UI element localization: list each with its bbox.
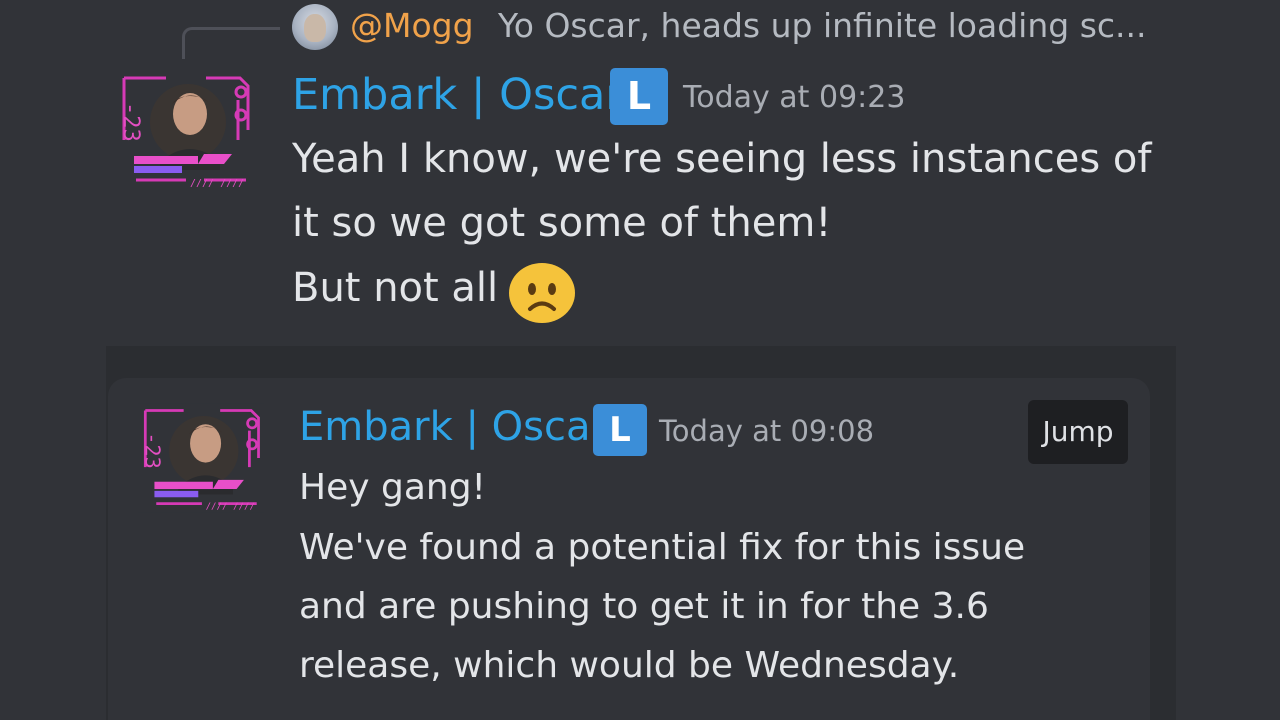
frowning-face-emoji[interactable] [508,262,576,324]
svg-text://// ////: //// //// [190,178,244,189]
jump-button[interactable]: Jump [1028,400,1128,464]
message-author[interactable]: Embark | Oscar [292,70,623,120]
svg-text:-23: -23 [140,432,164,468]
avatar[interactable]: -23 //// //// [116,70,254,190]
role-badge: L [593,404,647,456]
svg-text:-23: -23 [118,102,143,142]
message-line: Yeah I know, we're seeing less instances… [292,136,1152,182]
reply-preview[interactable]: Yo Oscar, heads up infinite loading sc..… [498,6,1147,45]
embed-line: and are pushing to get it in for the 3.6 [299,586,989,627]
chat-view: @Mogg Yo Oscar, heads up infinite loadin… [0,0,1280,720]
reply-avatar[interactable] [292,4,338,50]
embed-line: Hey gang! [299,467,486,508]
message-line: But not all [292,265,499,311]
embed-avatar[interactable]: -23 //// //// [138,402,264,514]
reply-author[interactable]: @Mogg [350,6,474,45]
embed-timestamp: Today at 09:08 [659,414,875,448]
svg-text://// ////: //// //// [206,502,255,512]
embed-line: We've found a potential fix for this iss… [299,527,1026,568]
message-timestamp[interactable]: Today at 09:23 [683,80,905,115]
reply-connector [182,27,280,59]
role-badge: L [610,68,668,125]
embed-author[interactable]: Embark | Oscar [299,404,607,450]
message-line: it so we got some of them! [292,200,832,246]
embed-line: release, which would be Wednesday. [299,645,960,686]
